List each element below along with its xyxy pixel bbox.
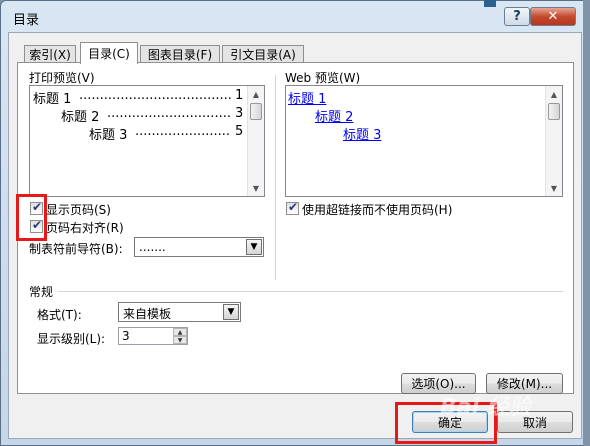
scroll-up-icon[interactable]: ▲ — [248, 86, 264, 102]
web-preview-label: Web 预览(W) — [285, 71, 361, 85]
right-align-checkbox[interactable]: ✔ — [30, 218, 43, 233]
leader-dots: ........................................… — [135, 124, 231, 139]
print-line-3-text: 标题 3 — [89, 128, 128, 143]
tab-index-label: 索引(X) — [29, 48, 71, 62]
web-preview-scrollbar[interactable]: ▲ ▼ — [545, 86, 562, 196]
levels-value: 3 — [122, 329, 130, 343]
tab-toc-label: 目录(C) — [88, 47, 130, 61]
print-line-2-page: 3 — [235, 106, 244, 121]
tab-leader-select[interactable]: ....... ▼ — [134, 237, 264, 257]
format-label: 格式(T): — [37, 308, 82, 322]
tab-toc[interactable]: 目录(C) — [80, 42, 138, 64]
spin-up-icon[interactable]: ▲ — [173, 328, 187, 336]
print-line-1-text: 标题 1 — [33, 92, 72, 107]
web-preview-box[interactable]: 标题 1 标题 2 标题 3 ▲ ▼ — [285, 85, 563, 197]
print-line-3: 标题 3 ...................................… — [89, 124, 254, 143]
leader-dots: ........................................… — [107, 106, 231, 121]
help-icon: ? — [513, 9, 521, 24]
scroll-thumb[interactable] — [548, 103, 560, 120]
watermark: Bai 经验 — [440, 395, 531, 420]
tab-figures-label: 图表目录(F) — [147, 48, 213, 62]
print-preview-box[interactable]: 标题 1 ...................................… — [29, 85, 265, 197]
group-divider — [58, 291, 563, 292]
close-button[interactable]: ✕ — [530, 7, 576, 26]
scroll-down-icon[interactable]: ▼ — [546, 180, 562, 196]
scroll-thumb[interactable] — [250, 103, 262, 120]
checkmark-icon: ✔ — [32, 218, 43, 232]
background-window-edge — [484, 0, 496, 7]
print-line-2-text: 标题 2 — [61, 110, 100, 125]
chevron-down-icon[interactable]: ▼ — [246, 239, 262, 255]
format-select[interactable]: 来自模板 ▼ — [118, 302, 241, 322]
title-bar[interactable]: 目录 ? ✕ — [1, 1, 589, 33]
scroll-down-icon[interactable]: ▼ — [248, 180, 264, 196]
show-page-numbers-label[interactable]: 显示页码(S) — [46, 201, 111, 218]
web-link-3[interactable]: 标题 3 — [343, 124, 381, 143]
web-link-2[interactable]: 标题 2 — [315, 106, 353, 125]
print-line-3-page: 5 — [235, 124, 244, 139]
use-hyperlinks-label[interactable]: 使用超链接而不使用页码(H) — [302, 201, 452, 218]
show-page-numbers-checkbox[interactable]: ✔ — [30, 200, 43, 215]
tab-figures[interactable]: 图表目录(F) — [140, 45, 220, 63]
dialog-title: 目录 — [13, 13, 40, 28]
levels-stepper[interactable]: 3 ▲ ▼ — [118, 327, 188, 345]
format-value: 来自模板 — [123, 307, 172, 321]
web-link-1[interactable]: 标题 1 — [288, 88, 326, 107]
print-line-1: 标题 1 ...................................… — [33, 88, 243, 107]
checkmark-icon: ✔ — [32, 200, 43, 214]
tab-citations-label: 引文目录(A) — [230, 48, 296, 62]
print-line-2: 标题 2 ...................................… — [61, 106, 254, 125]
help-button[interactable]: ? — [504, 7, 530, 26]
leader-dots: ........................................… — [79, 88, 231, 103]
print-line-1-page: 1 — [235, 88, 244, 103]
tab-leader-value: ....... — [139, 240, 166, 254]
use-hyperlinks-checkbox[interactable]: ✔ — [286, 200, 299, 215]
levels-label: 显示级别(L): — [37, 332, 106, 346]
print-preview-label: 打印预览(V) — [29, 71, 95, 85]
right-align-label[interactable]: 页码右对齐(R) — [46, 219, 124, 236]
chevron-down-icon[interactable]: ▼ — [223, 304, 239, 320]
general-group-title: 常规 — [29, 285, 54, 299]
tab-index[interactable]: 索引(X) — [24, 45, 76, 63]
tab-leader-label: 制表符前导符(B): — [29, 242, 123, 256]
scroll-up-icon[interactable]: ▲ — [546, 86, 562, 102]
section-divider — [275, 75, 276, 280]
print-preview-scrollbar[interactable]: ▲ ▼ — [247, 86, 264, 196]
close-icon: ✕ — [547, 9, 559, 24]
checkmark-icon: ✔ — [288, 200, 299, 214]
spin-down-icon[interactable]: ▼ — [173, 336, 187, 344]
tab-citations[interactable]: 引文目录(A) — [222, 45, 304, 63]
screen-edge — [583, 0, 590, 446]
